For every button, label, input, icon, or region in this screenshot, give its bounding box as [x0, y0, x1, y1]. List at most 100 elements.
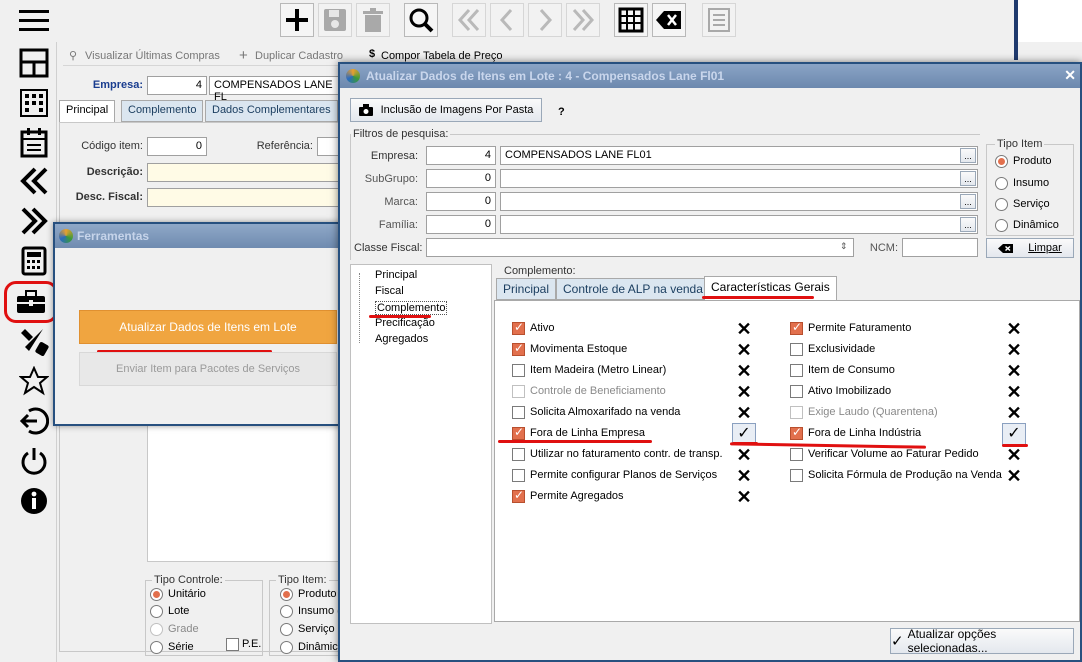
subgrupo-browse-button[interactable]: ...	[960, 171, 976, 186]
power-icon[interactable]	[14, 444, 54, 478]
first-icon[interactable]	[452, 3, 486, 37]
ignore-x-button[interactable]: ✕	[734, 340, 754, 360]
familia-code[interactable]: 0	[426, 215, 496, 234]
ignore-x-button[interactable]: ✕	[734, 319, 754, 339]
empresa-name[interactable]: COMPENSADOS LANE FL	[209, 76, 339, 103]
right-option-checkbox[interactable]	[790, 448, 803, 461]
radio-insumo[interactable]	[995, 177, 1008, 190]
ignore-x-button[interactable]: ✕	[1004, 466, 1024, 486]
ignore-x-button[interactable]: ✕	[1004, 319, 1024, 339]
radio-produto[interactable]	[280, 588, 293, 601]
tools-icon[interactable]	[14, 324, 54, 358]
radio-lote[interactable]	[150, 605, 163, 618]
ignore-x-button[interactable]: ✕	[1004, 403, 1024, 423]
next-icon[interactable]	[528, 3, 562, 37]
close-icon[interactable]: ✕	[1064, 67, 1076, 84]
star-icon[interactable]	[14, 364, 54, 398]
ignore-x-button[interactable]: ✕	[1004, 361, 1024, 381]
clear-icon[interactable]	[652, 3, 686, 37]
tree-item-complemento[interactable]: Complemento	[375, 301, 448, 315]
radio-serie[interactable]	[150, 641, 163, 654]
action-duplicar[interactable]: Duplicar Cadastro	[255, 50, 343, 62]
radio-servico[interactable]	[995, 198, 1008, 211]
spinner-icon[interactable]: ⇕	[840, 241, 848, 252]
tree-item-agregados[interactable]: Agregados	[375, 333, 428, 345]
exit-icon[interactable]	[14, 404, 54, 438]
pe-checkbox[interactable]	[226, 638, 239, 651]
tab-principal[interactable]: Principal	[59, 100, 116, 122]
subgrupo-name[interactable]	[500, 169, 978, 188]
right-option-checkbox[interactable]	[790, 469, 803, 482]
calendar-icon[interactable]	[14, 126, 54, 160]
info-icon[interactable]	[14, 484, 54, 518]
left-option-checkbox[interactable]	[512, 469, 525, 482]
last-icon[interactable]	[566, 3, 600, 37]
right-option-checkbox[interactable]	[790, 364, 803, 377]
right-option-checkbox[interactable]	[790, 343, 803, 356]
limpar-button[interactable]: Limpar	[986, 238, 1074, 258]
familia-browse-button[interactable]: ...	[960, 217, 976, 232]
classe-fiscal-select[interactable]	[426, 238, 854, 257]
ignore-x-button[interactable]: ✕	[734, 445, 754, 465]
action-ultimas-compras[interactable]: Visualizar Últimas Compras	[85, 50, 220, 62]
left-option-checkbox[interactable]	[512, 448, 525, 461]
empresa-code[interactable]: 4	[147, 76, 207, 95]
atualizar-itens-lote-button[interactable]: Atualizar Dados de Itens em Lote	[79, 310, 337, 344]
building-icon[interactable]	[14, 86, 54, 120]
radio-produto[interactable]	[995, 155, 1008, 168]
search-icon[interactable]	[404, 3, 438, 37]
empresa-name[interactable]: COMPENSADOS LANE FL01	[500, 146, 978, 165]
tree-item-precificacao[interactable]: Precificação	[375, 317, 435, 329]
ignore-x-button[interactable]: ✕	[734, 466, 754, 486]
descfiscal-input[interactable]	[147, 188, 347, 207]
marca-browse-button[interactable]: ...	[960, 194, 976, 209]
double-right-icon[interactable]	[14, 204, 54, 238]
descricao-input[interactable]	[147, 163, 347, 182]
double-left-icon[interactable]	[14, 164, 54, 198]
action-compor-tabela[interactable]: Compor Tabela de Preço	[381, 50, 502, 62]
layout-icon[interactable]	[14, 46, 54, 80]
radio-servico[interactable]	[280, 623, 293, 636]
left-option-checkbox[interactable]	[512, 364, 525, 377]
report-icon[interactable]	[702, 3, 736, 37]
observations-box[interactable]	[147, 412, 347, 562]
left-option-checkbox[interactable]	[512, 425, 525, 440]
radio-dinamico[interactable]	[280, 641, 293, 654]
marca-name[interactable]	[500, 192, 978, 211]
tab-principal[interactable]: Principal	[496, 278, 557, 300]
ignore-x-button[interactable]: ✕	[1004, 382, 1024, 402]
empresa-browse-button[interactable]: ...	[960, 148, 976, 163]
subgrupo-code[interactable]: 0	[426, 169, 496, 188]
marca-code[interactable]: 0	[426, 192, 496, 211]
enviar-pacotes-button[interactable]: Enviar Item para Pacotes de Serviços	[79, 352, 337, 386]
left-option-checkbox[interactable]	[512, 488, 525, 503]
left-option-checkbox[interactable]	[512, 320, 525, 335]
left-option-checkbox[interactable]	[512, 385, 525, 398]
atualizar-opcoes-button[interactable]: ✓ Atualizar opções selecionadas...	[890, 627, 1074, 655]
apply-check-button[interactable]: ✓	[1002, 423, 1026, 445]
menu-icon[interactable]	[14, 4, 54, 38]
ncm-input[interactable]	[902, 238, 978, 257]
help-button[interactable]: ?	[558, 106, 565, 118]
right-option-checkbox[interactable]	[790, 320, 803, 335]
right-option-checkbox[interactable]	[790, 425, 803, 440]
right-option-checkbox[interactable]	[790, 385, 803, 398]
ignore-x-button[interactable]: ✕	[734, 403, 754, 423]
inclusao-imagens-button[interactable]: Inclusão de Imagens Por Pasta	[350, 98, 542, 122]
tab-controle-alp[interactable]: Controle de ALP na venda	[556, 278, 710, 300]
tree-item-principal[interactable]: Principal	[375, 269, 417, 281]
right-option-checkbox[interactable]	[790, 406, 803, 419]
radio-insumo[interactable]	[280, 605, 293, 618]
left-option-checkbox[interactable]	[512, 341, 525, 356]
radio-dinamico[interactable]	[995, 219, 1008, 232]
tab-dados-complementares[interactable]: Dados Complementares	[205, 100, 338, 122]
ignore-x-button[interactable]: ✕	[1004, 340, 1024, 360]
ignore-x-button[interactable]: ✕	[734, 487, 754, 507]
dialog-titlebar[interactable]: Atualizar Dados de Itens em Lote : 4 - C…	[340, 64, 1080, 88]
prev-icon[interactable]	[490, 3, 524, 37]
ignore-x-button[interactable]: ✕	[734, 382, 754, 402]
tree-item-fiscal[interactable]: Fiscal	[375, 285, 404, 297]
radio-unitario[interactable]	[150, 588, 163, 601]
familia-name[interactable]	[500, 215, 978, 234]
trash-icon[interactable]	[356, 3, 390, 37]
